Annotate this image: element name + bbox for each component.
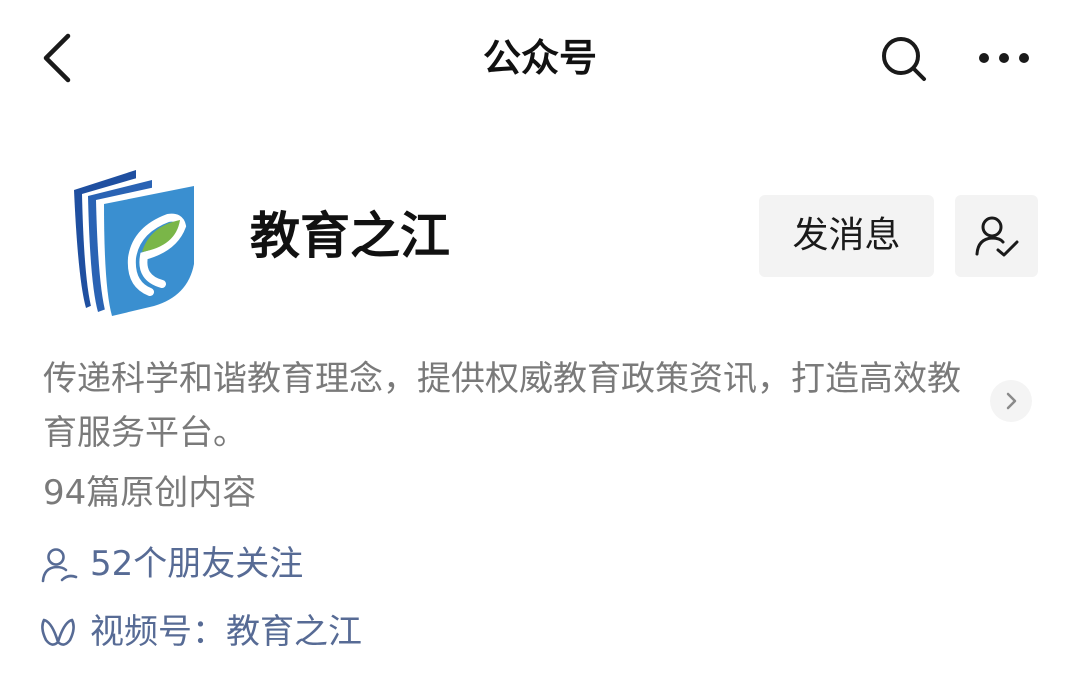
friends-icon [41, 548, 78, 583]
leaf-book-logo [74, 170, 194, 316]
video-channel-text: 视频号：教育之江 [90, 612, 362, 652]
back-button[interactable] [34, 30, 84, 86]
friends-following-text: 52个朋友关注 [90, 544, 304, 584]
user-check-icon [975, 216, 1019, 257]
search-icon [882, 37, 926, 81]
page-title: 公众号 [482, 36, 597, 80]
original-content-count: 94篇原创内容 [43, 473, 257, 513]
top-nav-bar: 公众号 [0, 0, 1080, 118]
chevron-right-icon [1006, 392, 1017, 410]
channels-butterfly-icon [41, 618, 75, 646]
search-button[interactable] [876, 32, 932, 88]
account-name: 教育之江 [250, 207, 450, 265]
send-message-button[interactable]: 发消息 [759, 195, 934, 277]
back-chevron-icon [43, 33, 71, 83]
description-expand-button[interactable] [990, 380, 1032, 422]
more-options-button[interactable] [972, 34, 1036, 82]
more-dots-icon [979, 53, 1029, 63]
follow-status-button[interactable] [955, 195, 1038, 277]
account-description: 传递科学和谐教育理念，提供权威教育政策资讯，打造高效教育服务平台。 [43, 359, 961, 453]
account-avatar [64, 160, 204, 316]
